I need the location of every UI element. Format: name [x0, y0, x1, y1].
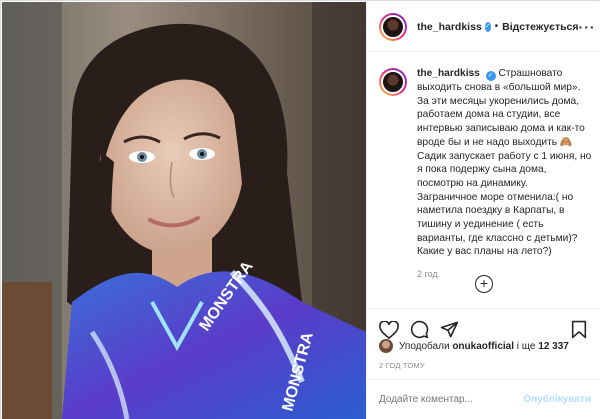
comment-input[interactable]: [379, 394, 524, 405]
likes-summary: Уподобали onukaofficial і ще 12 337: [379, 339, 569, 353]
caption-line: посмотрю на динамику.: [417, 177, 528, 189]
caption-text: the_hardkiss ✓ Страшновато выходить снов…: [417, 67, 591, 259]
caption-line: За эти месяцы укоренились дома,: [417, 95, 580, 107]
caption-line: варианты, где классно с детьми)?: [417, 232, 578, 244]
caption-line: вроде бы и не надо выходить 🙈: [417, 136, 573, 148]
author-avatar[interactable]: [379, 12, 407, 41]
caption-line: работаем дома на студии, все: [417, 109, 561, 121]
separator-dot: •: [494, 21, 499, 32]
heart-icon[interactable]: [377, 318, 401, 342]
likes-middle: і ще: [516, 340, 536, 352]
caption-verified-badge-icon: ✓: [485, 71, 496, 81]
caption-line: выходить снова в «большой мир».: [417, 82, 581, 93]
liker-username[interactable]: onukaofficial: [452, 341, 514, 352]
post-photo[interactable]: MONSTRA MONSTRA: [2, 2, 366, 419]
publish-button[interactable]: Опублікувати: [523, 394, 591, 405]
caption-line: интервью записываю дома и как-то: [417, 123, 585, 135]
caption-line-first: the_hardkiss ✓ Страшновато: [417, 68, 563, 81]
more-options-icon[interactable]: ···: [579, 20, 596, 34]
caption-line: я пока подержу сына дома,: [417, 164, 547, 176]
post-header: the_hardkiss ✓ • Відстежується ···: [367, 2, 600, 52]
add-circle-icon[interactable]: +: [475, 275, 493, 293]
caption-line: Какие у вас планы на лето?): [417, 246, 552, 258]
caption-line: наметила поездку в Карпаты, в: [417, 205, 565, 217]
author-username[interactable]: the_hardkiss: [417, 21, 482, 33]
post-side-pane: the_hardkiss ✓ • Відстежується ··· the_h…: [366, 2, 600, 419]
caption-line: Заграничное море отменила:( но: [417, 191, 574, 203]
likes-count[interactable]: 12 337: [538, 341, 569, 352]
caption-line: Садик запускает работу с 1 июня, но: [417, 150, 592, 162]
caption-timestamp[interactable]: 2 год.: [417, 269, 589, 279]
likes-prefix: Уподобали: [399, 340, 450, 352]
caption-avatar[interactable]: [379, 68, 407, 96]
caption-line: тишину и уединение ( есть: [417, 219, 544, 231]
liker-avatar[interactable]: [379, 339, 393, 353]
post-photo-image: MONSTRA MONSTRA: [2, 2, 366, 419]
add-comment-bar: Опублікувати: [367, 379, 600, 419]
post-timestamp[interactable]: 2 ГОД ТОМУ: [379, 361, 425, 370]
caption-comment: the_hardkiss ✓ Страшновато выходить снов…: [379, 67, 591, 259]
comment-icon[interactable]: [407, 318, 431, 342]
following-button[interactable]: Відстежується: [502, 21, 578, 33]
instagram-post-modal: MONSTRA MONSTRA the_hardkiss ✓ • Відстеж…: [0, 0, 600, 419]
caption-username[interactable]: the_hardkiss: [417, 68, 480, 79]
verified-badge-icon: ✓: [484, 21, 491, 32]
share-icon[interactable]: [437, 318, 461, 342]
comments-area: the_hardkiss ✓ Страшновато выходить снов…: [367, 53, 600, 308]
bookmark-icon[interactable]: [567, 318, 591, 342]
